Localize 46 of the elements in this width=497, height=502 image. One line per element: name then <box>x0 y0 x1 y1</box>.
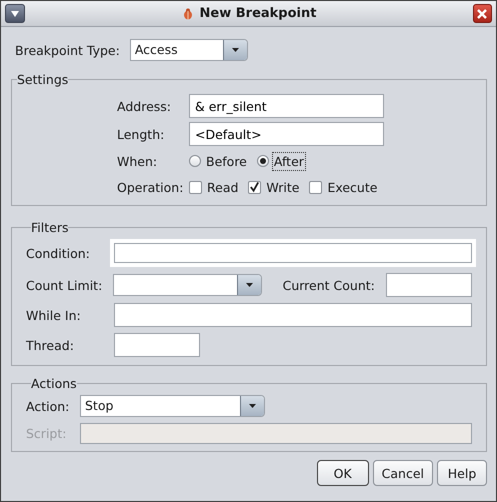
action-label: Action: <box>26 398 70 414</box>
count-limit-dropdown[interactable] <box>113 274 262 296</box>
window-title: New Breakpoint <box>200 6 316 21</box>
count-limit-label: Count Limit: <box>26 278 104 292</box>
when-label: When: <box>117 154 158 168</box>
radio-button[interactable] <box>189 155 201 167</box>
bug-icon <box>182 8 194 20</box>
caret-icon <box>10 10 20 18</box>
operation-label: Operation: <box>117 180 184 194</box>
checkbox[interactable] <box>248 180 262 194</box>
address-label: Address: <box>117 98 172 114</box>
close-icon <box>476 8 488 20</box>
thread-label: Thread: <box>26 338 75 352</box>
radio-label: After <box>272 152 305 170</box>
caret-icon <box>246 283 253 287</box>
thread-field[interactable] <box>114 333 200 357</box>
action-dropdown[interactable]: Stop <box>80 395 265 417</box>
dialog-button[interactable]: Help <box>437 460 487 486</box>
length-label: Length: <box>117 126 166 142</box>
radio-button[interactable] <box>256 155 269 167</box>
filters-title: Filters <box>31 220 68 235</box>
while-in-label: While In: <box>26 308 82 322</box>
script-label: Script: <box>26 426 68 441</box>
checkbox-label: Write <box>265 178 300 196</box>
caret-icon <box>249 404 256 408</box>
settings-title: Settings <box>17 72 68 87</box>
while-in-field[interactable] <box>114 303 472 327</box>
condition-label: Condition: <box>26 246 91 260</box>
current-count-label: Current Count: <box>282 278 376 292</box>
condition-field[interactable] <box>114 243 472 263</box>
length-field[interactable]: <Default> <box>189 122 384 146</box>
dialog-button[interactable]: Cancel <box>372 460 433 486</box>
checkbox[interactable] <box>189 180 202 194</box>
checkbox-label: Read <box>206 178 240 196</box>
dialog-button[interactable]: OK <box>316 460 369 486</box>
radio-label: Before <box>205 152 248 170</box>
checkbox-label: Execute <box>326 178 378 196</box>
address-field[interactable]: & err_silent <box>189 94 384 118</box>
breakpoint-type-dropdown[interactable]: Access <box>130 39 248 61</box>
breakpoint-type-label: Breakpoint Type: <box>15 42 120 58</box>
actions-title: Actions <box>31 376 77 391</box>
caret-icon <box>232 48 239 52</box>
checkbox[interactable] <box>309 180 322 194</box>
close-button[interactable] <box>472 4 492 23</box>
window-menu-button[interactable] <box>5 4 25 23</box>
current-count-field[interactable] <box>386 273 472 297</box>
